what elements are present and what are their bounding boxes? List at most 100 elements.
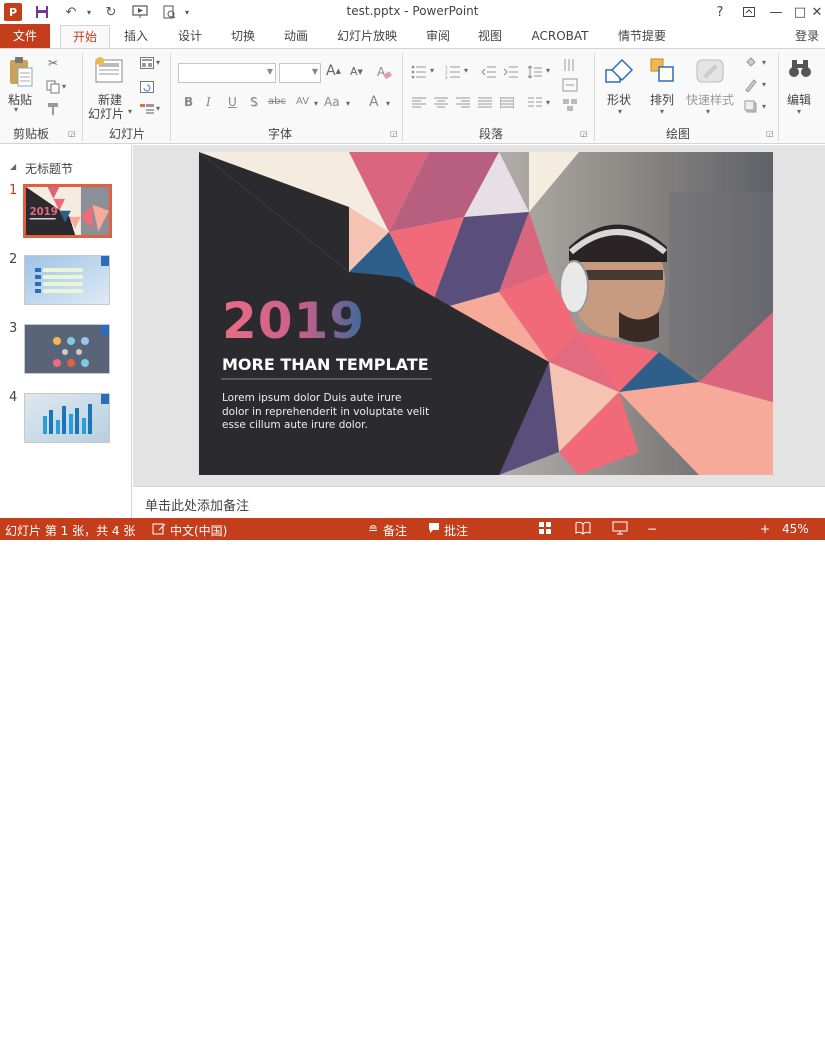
tab-review[interactable]: 审阅 <box>416 24 460 48</box>
sign-in-link[interactable]: 登录 <box>790 24 824 48</box>
shrink-font-icon[interactable]: A ▼ <box>350 65 363 78</box>
section-icon[interactable] <box>138 101 156 117</box>
grow-font-icon[interactable]: A ▲ <box>326 63 341 79</box>
character-spacing-button[interactable]: AV <box>296 96 309 107</box>
quick-styles-dropdown-icon[interactable]: ▾ <box>706 107 710 116</box>
bullets-dropdown-icon[interactable]: ▾ <box>430 66 434 75</box>
columns-dropdown-icon[interactable]: ▾ <box>546 98 550 107</box>
proofing-icon[interactable] <box>152 522 166 539</box>
cut-icon[interactable]: ✂ <box>44 55 62 71</box>
comments-button[interactable]: 批注 <box>444 522 468 539</box>
paste-dropdown-icon[interactable]: ▾ <box>14 105 18 114</box>
font-launcher-icon[interactable]: ◲ <box>390 129 398 138</box>
tab-file[interactable]: 文件 <box>0 24 50 48</box>
shape-effects-icon[interactable] <box>742 99 760 115</box>
comments-icon[interactable] <box>428 522 440 537</box>
bold-button[interactable]: B <box>184 95 193 109</box>
slideshow-view-icon[interactable] <box>612 521 628 538</box>
arrange-icon[interactable] <box>648 55 678 87</box>
shape-outline-dropdown-icon[interactable]: ▾ <box>762 80 766 89</box>
align-right-icon[interactable] <box>454 95 472 111</box>
tab-slideshow[interactable]: 幻灯片放映 <box>330 24 404 48</box>
slide-thumbnail-2[interactable] <box>24 255 110 305</box>
arrange-button[interactable]: 排列 <box>650 91 674 108</box>
editing-dropdown-icon[interactable]: ▾ <box>797 107 801 116</box>
notes-placeholder[interactable]: 单击此处添加备注 <box>145 495 249 514</box>
slide-body-text[interactable]: Lorem ipsum dolor Duis aute irure dolor … <box>222 392 429 433</box>
quick-styles-icon[interactable] <box>694 55 726 87</box>
align-text-icon[interactable] <box>560 77 580 93</box>
slide-headline[interactable]: MORE THAN TEMPLATE <box>222 355 429 374</box>
justify-icon[interactable] <box>476 95 494 111</box>
change-case-button[interactable]: Aa <box>324 95 340 109</box>
distributed-icon[interactable] <box>498 95 516 111</box>
tab-view[interactable]: 视图 <box>468 24 512 48</box>
slide-year[interactable]: 2019 <box>222 292 365 350</box>
section-collapse-icon[interactable]: ◢ <box>10 162 16 171</box>
tab-storyboard[interactable]: 情节提要 <box>612 24 672 48</box>
slide-thumbnail-1[interactable]: 2019 <box>23 184 112 238</box>
numbering-dropdown-icon[interactable]: ▾ <box>464 66 468 75</box>
convert-to-smartart-icon[interactable] <box>560 97 580 113</box>
layout-icon[interactable] <box>138 55 156 71</box>
shape-outline-icon[interactable] <box>742 77 760 93</box>
line-spacing-icon[interactable] <box>526 63 544 81</box>
tab-design[interactable]: 设计 <box>168 24 212 48</box>
clipboard-launcher-icon[interactable]: ◲ <box>68 129 76 138</box>
strikethrough-button[interactable]: abc <box>268 96 286 107</box>
tab-home[interactable]: 开始 <box>60 25 110 49</box>
ribbon-display-options-icon[interactable] <box>738 2 760 22</box>
section-title[interactable]: 无标题节 <box>25 160 73 177</box>
minimize-button[interactable]: — <box>765 2 787 22</box>
underline-button[interactable]: U <box>228 95 237 109</box>
paste-button[interactable]: 粘贴 <box>8 91 32 108</box>
tab-acrobat[interactable]: ACROBAT <box>526 24 594 48</box>
text-direction-icon[interactable] <box>560 57 580 73</box>
slide-canvas[interactable]: 2019 MORE THAN TEMPLATE Lorem ipsum dolo… <box>199 152 773 475</box>
clear-formatting-icon[interactable]: A <box>374 63 394 81</box>
slide-sorter-icon[interactable] <box>538 521 552 538</box>
tab-insert[interactable]: 插入 <box>114 24 158 48</box>
shape-fill-icon[interactable] <box>742 55 760 71</box>
paragraph-launcher-icon[interactable]: ◲ <box>580 129 588 138</box>
font-name-dropdown-icon[interactable]: ▼ <box>267 67 273 76</box>
copy-dropdown-icon[interactable]: ▾ <box>62 82 66 91</box>
slide-thumbnail-4[interactable] <box>24 393 110 443</box>
shapes-dropdown-icon[interactable]: ▾ <box>618 107 622 116</box>
bullets-icon[interactable] <box>410 63 428 81</box>
normal-view-button[interactable] <box>495 1037 517 1057</box>
notes-pane[interactable]: 单击此处添加备注 <box>133 486 825 518</box>
numbering-icon[interactable]: 123 <box>444 63 462 81</box>
arrange-dropdown-icon[interactable]: ▾ <box>660 107 664 116</box>
quick-styles-button[interactable]: 快速样式 <box>686 91 734 108</box>
align-left-icon[interactable] <box>410 95 428 111</box>
tab-transitions[interactable]: 切换 <box>221 24 265 48</box>
zoom-in-button[interactable]: + <box>760 522 770 536</box>
copy-icon[interactable] <box>44 79 62 95</box>
shadow-button[interactable]: S <box>250 95 258 109</box>
slide-thumbnail-3[interactable] <box>24 324 110 374</box>
font-color-dropdown-icon[interactable]: ▾ <box>386 99 390 108</box>
columns-icon[interactable] <box>526 95 544 111</box>
reset-slide-icon[interactable] <box>138 79 156 95</box>
shapes-button[interactable]: 形状 <box>607 91 631 108</box>
zoom-out-button[interactable]: − <box>647 522 657 536</box>
italic-button[interactable]: I <box>206 95 211 109</box>
layout-dropdown-icon[interactable]: ▾ <box>156 58 160 67</box>
paste-icon[interactable] <box>6 55 36 89</box>
character-spacing-dropdown-icon[interactable]: ▾ <box>314 99 318 108</box>
new-slide-label-2[interactable]: 幻灯片 <box>88 105 124 122</box>
change-case-dropdown-icon[interactable]: ▾ <box>346 99 350 108</box>
new-slide-dropdown-icon[interactable]: ▾ <box>128 107 132 116</box>
font-size-dropdown-icon[interactable]: ▼ <box>312 67 318 76</box>
help-button[interactable]: ? <box>709 2 731 22</box>
increase-indent-icon[interactable] <box>502 63 520 81</box>
font-color-button[interactable]: A <box>369 94 379 110</box>
binoculars-icon[interactable] <box>786 55 814 83</box>
line-spacing-dropdown-icon[interactable]: ▾ <box>546 66 550 75</box>
reading-view-icon[interactable] <box>575 521 591 538</box>
tab-animations[interactable]: 动画 <box>274 24 318 48</box>
notes-toggle-button[interactable]: 备注 <box>383 522 407 539</box>
shapes-icon[interactable] <box>604 55 636 87</box>
font-name-combo[interactable]: ▼ <box>178 63 276 83</box>
